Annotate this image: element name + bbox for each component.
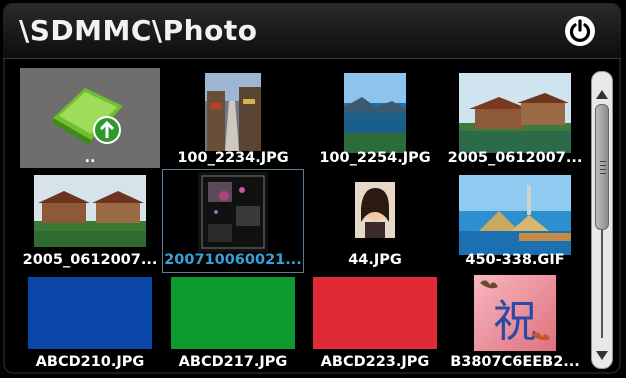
grid-item-selected[interactable]: 200710060021... — [162, 169, 304, 273]
grid-item[interactable]: 100_2254.JPG — [305, 68, 445, 170]
photo-thumbnail — [205, 73, 261, 151]
grid-item[interactable]: ABCD210.JPG — [20, 272, 160, 374]
header-bar: \SDMMC\Photo — [3, 3, 621, 59]
color-thumbnail — [28, 277, 152, 349]
page-title: \SDMMC\Photo — [19, 14, 258, 47]
grip-line — [600, 165, 606, 166]
grid-item[interactable]: 450-338.GIF — [445, 170, 585, 272]
file-label: ABCD217.JPG — [178, 354, 288, 370]
photo-thumbnail — [34, 175, 146, 247]
photo-thumbnail — [355, 182, 395, 238]
power-button[interactable] — [565, 16, 595, 46]
file-label: 44.JPG — [348, 252, 402, 268]
grid-item[interactable]: ABCD217.JPG — [163, 272, 303, 374]
file-label: 2005_0612007... — [22, 252, 158, 268]
vertical-scrollbar[interactable] — [591, 71, 613, 369]
file-label: ABCD210.JPG — [35, 354, 145, 370]
grid-item[interactable]: 44.JPG — [305, 170, 445, 272]
grip-line — [600, 161, 606, 162]
grid-item[interactable]: 2005_0612007... — [20, 170, 160, 272]
folder-up-icon — [53, 88, 123, 146]
file-label: 2005_0612007... — [447, 150, 583, 166]
color-thumbnail — [313, 277, 437, 349]
file-label: .. — [84, 150, 96, 166]
photo-thumbnail — [198, 172, 268, 252]
grid-item-parent-folder[interactable]: .. — [20, 68, 160, 170]
grid-item[interactable]: ABCD223.JPG — [305, 272, 445, 374]
power-icon — [569, 19, 591, 42]
butterfly-icon — [480, 280, 550, 341]
grip-line — [600, 173, 606, 174]
grid-item[interactable]: 100_2234.JPG — [163, 68, 303, 170]
file-label: B3807C6EEB2... — [450, 354, 580, 370]
scroll-up-arrow-icon[interactable] — [596, 90, 608, 99]
color-thumbnail — [171, 277, 295, 349]
file-label: 100_2234.JPG — [177, 150, 289, 166]
file-label: ABCD223.JPG — [320, 354, 430, 370]
file-grid: .. 100_2234.JPG 100_2254.JPG 2005_061200… — [3, 63, 588, 373]
photo-thumbnail — [459, 175, 571, 255]
grid-item[interactable]: 2005_0612007... — [445, 68, 585, 170]
file-label: 100_2254.JPG — [319, 150, 431, 166]
file-label: 200710060021... — [164, 252, 302, 268]
photo-thumbnail — [459, 73, 571, 153]
grid-item[interactable]: 祝 B3807C6EEB2... — [445, 272, 585, 374]
calligraphy-thumbnail: 祝 — [474, 275, 556, 351]
file-label: 450-338.GIF — [465, 252, 565, 268]
photo-thumbnail — [344, 73, 406, 153]
grip-line — [600, 169, 606, 170]
scroll-down-arrow-icon[interactable] — [596, 351, 608, 360]
screen-frame: \SDMMC\Photo .. 100_2234.JPG 100_2254.JP… — [3, 3, 621, 374]
scroll-thumb[interactable] — [595, 104, 609, 230]
